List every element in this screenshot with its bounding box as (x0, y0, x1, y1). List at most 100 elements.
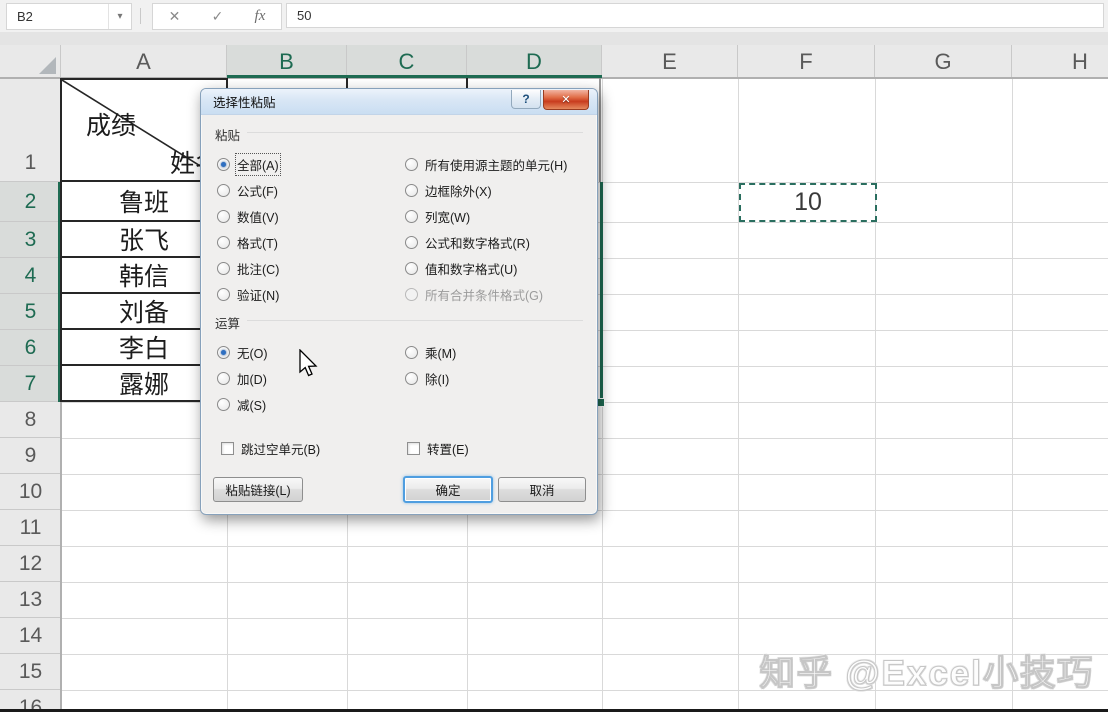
radio-multiply[interactable]: 乘(M) (405, 339, 456, 365)
help-button[interactable]: ? (511, 90, 541, 109)
radio-button-icon (405, 236, 418, 249)
checkbox-skip-blanks[interactable]: 跳过空单元(B) (221, 439, 320, 458)
radio-label: 全部(A) (237, 155, 279, 174)
help-icon: ? (522, 92, 529, 106)
radio-divide[interactable]: 除(I) (405, 365, 456, 391)
checkbox-icon (221, 442, 234, 455)
row-header-4[interactable]: 4 (0, 258, 61, 294)
radio-all-merging-conditional-formats: 所有合并条件格式(G) (405, 281, 567, 307)
radio-button-icon (405, 184, 418, 197)
radio-label: 格式(T) (237, 233, 278, 252)
name-box-dropdown-icon[interactable]: ▾ (108, 4, 131, 29)
radio-label: 加(D) (237, 369, 267, 388)
paste-group-separator (247, 132, 583, 133)
radio-label: 值和数字格式(U) (425, 259, 517, 278)
radio-none[interactable]: 无(O) (217, 339, 268, 365)
radio-formulas[interactable]: 公式(F) (217, 177, 279, 203)
paste-link-button[interactable]: 粘贴链接(L) (213, 477, 303, 502)
column-header-E[interactable]: E (602, 45, 738, 78)
close-button[interactable]: ✕ (543, 90, 589, 110)
column-header-C[interactable]: C (347, 45, 467, 78)
radio-formulas-and-number-formats[interactable]: 公式和数字格式(R) (405, 229, 567, 255)
checkbox-transpose[interactable]: 转置(E) (407, 439, 469, 458)
column-header-A[interactable]: A (61, 45, 227, 78)
radio-button-icon (405, 158, 418, 171)
column-header-D[interactable]: D (467, 45, 602, 78)
gridline-horizontal (61, 618, 1108, 619)
formula-bar: B2 ▾ ✕ ✓ fx 50 (0, 0, 1108, 32)
name-box[interactable]: B2 ▾ (6, 3, 132, 30)
paste-options-left: 全部(A) 公式(F) 数值(V) 格式(T) 批注(C) 验证(N) (217, 151, 279, 307)
row-header-5[interactable]: 5 (0, 294, 61, 330)
row-header-3[interactable]: 3 (0, 222, 61, 258)
radio-formats[interactable]: 格式(T) (217, 229, 279, 255)
radio-button-icon (405, 346, 418, 359)
radio-label: 边框除外(X) (425, 181, 492, 200)
cancel-icon[interactable]: ✕ (169, 8, 181, 25)
excel-window: B2 ▾ ✕ ✓ fx 50 成绩 姓名 10 知乎 @Excel (0, 0, 1108, 712)
radio-all-using-source-theme[interactable]: 所有使用源主题的单元(H) (405, 151, 567, 177)
radio-label: 减(S) (237, 395, 266, 414)
radio-all[interactable]: 全部(A) (217, 151, 279, 177)
gridline-vertical (875, 78, 876, 712)
row-header-12[interactable]: 12 (0, 546, 61, 582)
radio-label: 除(I) (425, 369, 449, 388)
enter-icon[interactable]: ✓ (212, 8, 224, 25)
radio-button-icon (405, 262, 418, 275)
operation-group-separator (247, 320, 583, 321)
row-header-15[interactable]: 15 (0, 654, 61, 690)
radio-values[interactable]: 数值(V) (217, 203, 279, 229)
formula-buttons: ✕ ✓ fx (152, 3, 282, 30)
radio-subtract[interactable]: 减(S) (217, 391, 268, 417)
select-all-corner[interactable] (0, 45, 61, 78)
close-icon: ✕ (561, 93, 570, 106)
row-header-9[interactable]: 9 (0, 438, 61, 474)
column-header-H[interactable]: H (1012, 45, 1108, 78)
column-header-F[interactable]: F (738, 45, 875, 78)
radio-comments[interactable]: 批注(C) (217, 255, 279, 281)
gridline-horizontal (61, 546, 1108, 547)
row-header-1[interactable]: 1 (0, 78, 61, 182)
checkbox-icon (407, 442, 420, 455)
row-header-6[interactable]: 6 (0, 330, 61, 366)
copied-cell-F2[interactable]: 10 (739, 183, 877, 222)
row-header-8[interactable]: 8 (0, 402, 61, 438)
cancel-button[interactable]: 取消 (498, 477, 586, 502)
row-header-16[interactable]: 16 (0, 690, 61, 712)
radio-column-widths[interactable]: 列宽(W) (405, 203, 567, 229)
paste-group-label: 粘贴 (215, 125, 246, 144)
gridline-vertical (1012, 78, 1013, 712)
formula-input[interactable]: 50 (286, 3, 1104, 28)
row-header-11[interactable]: 11 (0, 510, 61, 546)
gridline-vertical (738, 78, 739, 712)
row-header-7[interactable]: 7 (0, 366, 61, 402)
operation-options-right: 乘(M) 除(I) (405, 339, 456, 391)
column-header-B[interactable]: B (227, 45, 347, 78)
row-header-14[interactable]: 14 (0, 618, 61, 654)
row-header-2[interactable]: 2 (0, 182, 61, 222)
selection-right-border (600, 182, 603, 401)
ok-button[interactable]: 确定 (403, 476, 493, 503)
column-header-G[interactable]: G (875, 45, 1012, 78)
row-header-13[interactable]: 13 (0, 582, 61, 618)
dialog-title: 选择性粘贴 (213, 92, 276, 111)
radio-add[interactable]: 加(D) (217, 365, 268, 391)
radio-button-icon (217, 398, 230, 411)
radio-button-icon (217, 210, 230, 223)
toolbar-gap (0, 32, 1108, 45)
radio-button-icon (405, 288, 418, 301)
radio-validation[interactable]: 验证(N) (217, 281, 279, 307)
radio-values-and-number-formats[interactable]: 值和数字格式(U) (405, 255, 567, 281)
row-header-10[interactable]: 10 (0, 474, 61, 510)
radio-label: 验证(N) (237, 285, 279, 304)
radio-label: 乘(M) (425, 343, 456, 362)
radio-button-icon (217, 288, 230, 301)
radio-label: 公式(F) (237, 181, 278, 200)
insert-function-icon[interactable]: fx (255, 8, 266, 25)
radio-all-except-borders[interactable]: 边框除外(X) (405, 177, 567, 203)
checkbox-label: 转置(E) (427, 439, 469, 458)
radio-label: 所有使用源主题的单元(H) (425, 155, 567, 174)
radio-label: 无(O) (237, 343, 268, 362)
radio-label: 数值(V) (237, 207, 279, 226)
paste-options-right: 所有使用源主题的单元(H) 边框除外(X) 列宽(W)公式和数字格式(R) 值和数字格… (405, 151, 567, 307)
